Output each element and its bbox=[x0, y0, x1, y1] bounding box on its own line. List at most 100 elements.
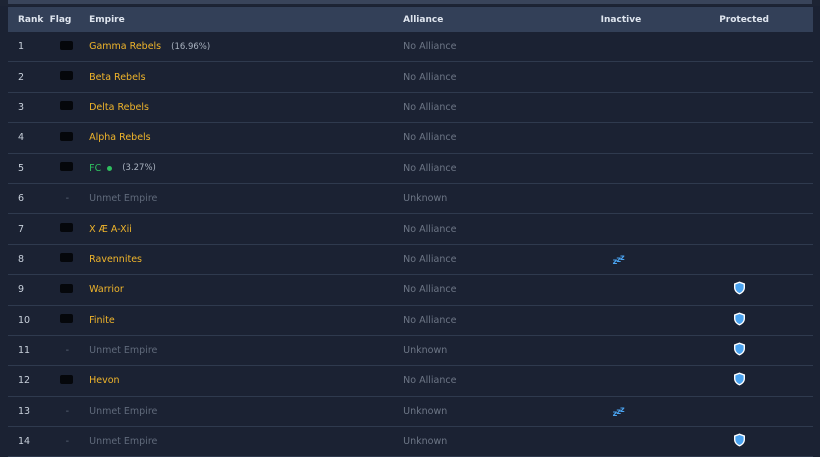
empire-cell: Delta Rebels bbox=[89, 102, 403, 113]
rank-value: 8 bbox=[18, 253, 25, 265]
empire-name[interactable]: X Æ A-Xii bbox=[89, 224, 132, 235]
empire-name[interactable]: Warrior bbox=[89, 284, 124, 295]
rank-value: 11 bbox=[18, 345, 31, 357]
empire-name[interactable]: FC bbox=[89, 163, 101, 174]
empire-name[interactable]: Finite bbox=[89, 315, 115, 326]
table-row[interactable]: 11 - Unmet Empire Unknown bbox=[8, 336, 813, 367]
empire-cell: Unmet Empire bbox=[89, 436, 403, 447]
inactive-cell: zzz bbox=[601, 405, 720, 417]
table-row[interactable]: 12 Hevon No Alliance bbox=[8, 366, 813, 397]
header-rank[interactable]: Rank bbox=[8, 15, 50, 25]
empire-cell: Ravennites bbox=[89, 254, 403, 265]
rank-cell: 4 bbox=[8, 132, 50, 143]
alliance-cell: No Alliance bbox=[403, 163, 601, 174]
empire-cell: Gamma Rebels (16.96%) bbox=[89, 41, 403, 52]
table-row[interactable]: 5 FC (3.27%) No Alliance bbox=[8, 154, 813, 184]
empire-flag-icon bbox=[59, 71, 73, 81]
header-empire[interactable]: Empire bbox=[89, 15, 403, 25]
empire-flag-icon bbox=[59, 223, 73, 233]
table-row[interactable]: 7 X Æ A-Xii No Alliance bbox=[8, 214, 813, 245]
empire-name: Unmet Empire bbox=[89, 436, 158, 448]
rank-value: 13 bbox=[18, 405, 31, 417]
top-bar bbox=[0, 0, 820, 6]
alliance-name: No Alliance bbox=[403, 253, 457, 265]
alliance-name: No Alliance bbox=[403, 41, 457, 53]
rank-value: 4 bbox=[18, 132, 25, 144]
empire-name[interactable]: Delta Rebels bbox=[89, 102, 149, 113]
table-row[interactable]: 10 Finite No Alliance bbox=[8, 306, 813, 336]
flag-cell bbox=[50, 101, 90, 113]
empire-name[interactable]: Alpha Rebels bbox=[89, 132, 151, 143]
online-dot-icon bbox=[107, 165, 113, 171]
rank-cell: 11 bbox=[8, 345, 50, 356]
rank-value: 6 bbox=[18, 193, 25, 205]
rank-cell: 5 bbox=[8, 163, 50, 174]
flag-cell bbox=[50, 131, 90, 144]
protected-cell bbox=[719, 312, 813, 329]
alliance-cell: No Alliance bbox=[403, 72, 601, 83]
alliance-name: No Alliance bbox=[403, 162, 457, 174]
rank-value: 3 bbox=[18, 101, 25, 113]
sleep-icon: zzz bbox=[612, 252, 625, 266]
flag-cell bbox=[50, 253, 90, 265]
table-row[interactable]: 13 - Unmet Empire Unknown zzz bbox=[8, 397, 813, 428]
table-row[interactable]: 2 Beta Rebels No Alliance bbox=[8, 62, 813, 93]
top-bar-strip bbox=[8, 0, 812, 4]
flag-cell: - bbox=[50, 345, 90, 356]
alliance-cell: No Alliance bbox=[403, 102, 601, 113]
alliance-cell: Unknown bbox=[403, 436, 601, 447]
empire-flag-icon bbox=[59, 101, 73, 111]
rank-value: 1 bbox=[18, 41, 25, 53]
rank-cell: 1 bbox=[8, 41, 50, 52]
rank-cell: 8 bbox=[8, 254, 50, 265]
table-row[interactable]: 3 Delta Rebels No Alliance bbox=[8, 93, 813, 124]
alliance-name: No Alliance bbox=[403, 284, 457, 296]
header-inactive: Inactive bbox=[600, 14, 642, 25]
empire-cell: Unmet Empire bbox=[89, 406, 403, 417]
empire-name[interactable]: Gamma Rebels bbox=[89, 41, 161, 52]
rank-cell: 12 bbox=[8, 375, 50, 386]
table-row[interactable]: 8 Ravennites No Alliance zzz bbox=[8, 245, 813, 276]
alliance-name: No Alliance bbox=[403, 132, 457, 144]
empire-name[interactable]: Ravennites bbox=[89, 254, 142, 265]
flag-cell bbox=[50, 223, 90, 235]
alliance-cell: No Alliance bbox=[403, 375, 601, 386]
alliance-cell: No Alliance bbox=[403, 315, 601, 326]
alliance-name: Unknown bbox=[403, 345, 448, 357]
rank-cell: 6 bbox=[8, 193, 50, 204]
rank-cell: 13 bbox=[8, 406, 50, 417]
flag-unknown: - bbox=[65, 193, 70, 205]
rank-cell: 9 bbox=[8, 284, 50, 295]
flag-unknown: - bbox=[65, 405, 70, 417]
empire-cell: Unmet Empire bbox=[89, 193, 403, 204]
flag-unknown: - bbox=[65, 436, 70, 448]
shield-icon bbox=[733, 281, 746, 295]
table-row[interactable]: 4 Alpha Rebels No Alliance bbox=[8, 123, 813, 154]
empire-name[interactable]: Hevon bbox=[89, 375, 119, 386]
rank-value: 10 bbox=[18, 314, 31, 326]
rank-value: 9 bbox=[18, 284, 25, 296]
empire-name: Unmet Empire bbox=[89, 345, 158, 357]
table-row[interactable]: 1 Gamma Rebels (16.96%) No Alliance bbox=[8, 32, 813, 63]
shield-icon bbox=[733, 312, 746, 326]
alliance-name: Unknown bbox=[403, 193, 448, 205]
empire-cell: Unmet Empire bbox=[89, 345, 403, 356]
header-alliance[interactable]: Alliance bbox=[403, 15, 601, 25]
rank-cell: 2 bbox=[8, 72, 50, 83]
empire-flag-icon bbox=[59, 253, 73, 263]
flag-cell bbox=[50, 374, 90, 387]
shield-icon bbox=[733, 433, 746, 447]
table-row[interactable]: 6 - Unmet Empire Unknown bbox=[8, 184, 813, 215]
table-row[interactable]: 14 - Unmet Empire Unknown bbox=[8, 427, 813, 457]
empire-share: (16.96%) bbox=[171, 41, 211, 52]
empire-name[interactable]: Beta Rebels bbox=[89, 72, 145, 83]
alliance-name: No Alliance bbox=[403, 375, 457, 387]
rank-value: 7 bbox=[18, 223, 25, 235]
table-row[interactable]: 9 Warrior No Alliance bbox=[8, 275, 813, 306]
empire-cell: Warrior bbox=[89, 284, 403, 295]
alliance-cell: No Alliance bbox=[403, 224, 601, 235]
empire-flag-icon bbox=[59, 283, 73, 293]
alliance-name: Unknown bbox=[403, 436, 448, 448]
empire-flag-icon bbox=[59, 162, 73, 172]
flag-cell bbox=[50, 283, 90, 296]
